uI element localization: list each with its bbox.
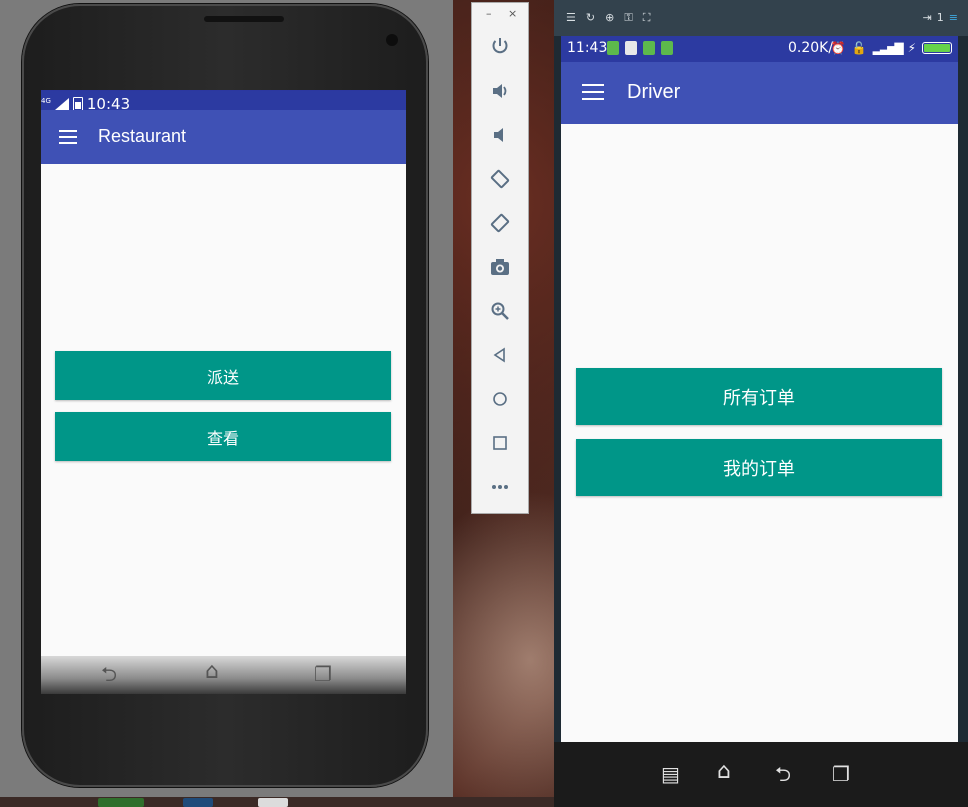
search-icon[interactable]: ⊕ bbox=[605, 11, 614, 25]
recents-icon[interactable]: ❐ bbox=[832, 764, 850, 784]
app-title: Restaurant bbox=[98, 126, 187, 146]
rotate-left-icon[interactable] bbox=[489, 168, 511, 190]
rotate-right-icon[interactable] bbox=[489, 212, 511, 234]
phone-speaker bbox=[204, 16, 284, 22]
home-icon[interactable]: ⌂ bbox=[205, 661, 219, 683]
minimize-button[interactable]: – bbox=[486, 7, 492, 20]
back-icon[interactable]: ⮌ bbox=[775, 764, 791, 784]
key-icon[interactable]: ⚿ bbox=[624, 11, 632, 25]
host-toolbar: ☰ ↻ ⊕ ⚿ ⛶ ⇥ 1 ≡ bbox=[554, 0, 968, 36]
status-time: 11:43 bbox=[567, 40, 608, 56]
nav-bar: ⮌ ⌂ ❐ bbox=[41, 656, 406, 694]
exit-icon[interactable]: ⇥ bbox=[923, 11, 932, 24]
taskbar-item[interactable] bbox=[258, 798, 288, 807]
phone-camera bbox=[386, 34, 398, 46]
signal-icon: ▂▃▅▇ bbox=[872, 41, 904, 55]
camera-icon[interactable] bbox=[489, 256, 511, 278]
left-phone-screen: 4G 10:43 Restaurant 派送 查看 ⮌ ⌂ ❐ bbox=[41, 90, 406, 694]
status-bar: 11:43 0.20K/s ⏰ 🔓 ▂▃▅▇ ⚡ bbox=[561, 36, 958, 62]
power-icon[interactable] bbox=[489, 35, 511, 57]
menu-icon[interactable]: ▤ bbox=[661, 764, 680, 784]
app-title: Driver bbox=[627, 81, 681, 103]
fullscreen-icon[interactable]: ⛶ bbox=[643, 11, 651, 25]
app-bar: Driver bbox=[561, 62, 958, 124]
notification-icon bbox=[625, 41, 637, 55]
right-phone-screen: 11:43 0.20K/s ⏰ 🔓 ▂▃▅▇ ⚡ Driver 所有订单 我的订… bbox=[561, 36, 958, 742]
back-icon[interactable]: ⮌ bbox=[101, 664, 117, 684]
charging-icon: ⚡ bbox=[907, 41, 916, 55]
status-bar: 4G 10:43 bbox=[41, 90, 406, 117]
zoom-icon[interactable] bbox=[489, 300, 511, 322]
back-triangle-icon[interactable] bbox=[489, 344, 511, 366]
home-icon[interactable]: ⌂ bbox=[717, 761, 731, 783]
notification-icon bbox=[661, 41, 673, 55]
battery-icon bbox=[922, 42, 952, 54]
home-circle-icon[interactable] bbox=[489, 388, 511, 410]
view-button[interactable]: 查看 bbox=[55, 412, 391, 461]
network-type: 4G bbox=[41, 97, 51, 105]
recents-icon[interactable]: ❐ bbox=[314, 664, 332, 684]
lock-icon: 🔓 bbox=[851, 41, 867, 55]
refresh-icon[interactable]: ↻ bbox=[586, 11, 595, 25]
alarm-icon: ⏰ bbox=[830, 41, 846, 55]
battery-icon bbox=[72, 97, 83, 111]
notification-icon bbox=[643, 41, 655, 55]
taskbar-item[interactable] bbox=[98, 798, 144, 807]
close-button[interactable]: × bbox=[508, 7, 517, 20]
signal-icon bbox=[54, 98, 69, 110]
emulator-toolbar: – × bbox=[471, 2, 529, 514]
menu-icon[interactable]: ≡ bbox=[949, 11, 958, 24]
hamburger-menu-icon[interactable] bbox=[59, 130, 77, 144]
volume-up-icon[interactable] bbox=[489, 80, 511, 102]
notification-icon bbox=[607, 41, 619, 55]
window-count: 1 bbox=[936, 11, 944, 24]
my-orders-button[interactable]: 我的订单 bbox=[576, 439, 942, 496]
hamburger-menu-icon[interactable] bbox=[582, 84, 604, 100]
dispatch-button[interactable]: 派送 bbox=[55, 351, 391, 400]
taskbar-item[interactable] bbox=[183, 798, 213, 807]
app-bar: Restaurant bbox=[41, 110, 406, 164]
more-icon[interactable] bbox=[489, 476, 511, 498]
nav-bar: ▤ ⌂ ⮌ ❐ bbox=[554, 742, 968, 807]
list-icon[interactable]: ☰ bbox=[566, 11, 576, 25]
all-orders-button[interactable]: 所有订单 bbox=[576, 368, 942, 425]
volume-down-icon[interactable] bbox=[489, 124, 511, 146]
overview-square-icon[interactable] bbox=[489, 432, 511, 454]
